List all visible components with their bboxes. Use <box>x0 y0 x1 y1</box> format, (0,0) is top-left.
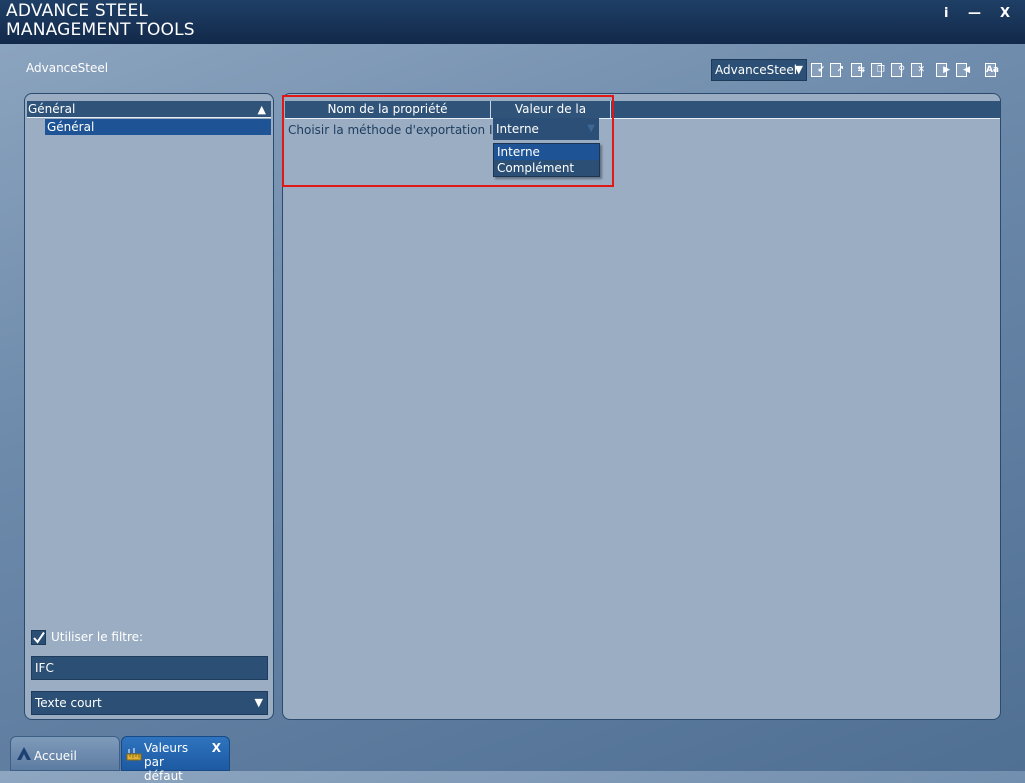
tab-close-button[interactable]: X <box>212 741 221 755</box>
tab-home[interactable]: Accueil <box>10 736 120 771</box>
chevron-down-icon: ▼ <box>254 696 263 709</box>
app-title: ADVANCE STEEL MANAGEMENT TOOLS <box>6 1 195 40</box>
column-header-value[interactable]: Valeur de la propriété <box>491 101 611 133</box>
property-value: Interne <box>496 122 539 136</box>
info-button[interactable]: i <box>944 6 948 21</box>
property-grid: Nom de la propriété Valeur de la proprié… <box>282 93 1001 720</box>
filter-input[interactable]: IFC <box>31 656 268 680</box>
filter-checkbox[interactable] <box>31 630 46 645</box>
merge-icon[interactable]: ⇆ <box>850 62 865 78</box>
forward-icon[interactable]: ▶ <box>935 62 950 78</box>
chevron-down-icon: ▼ <box>794 63 803 76</box>
tab-home-label: Accueil <box>34 749 77 763</box>
export-icon[interactable]: ↗ <box>829 62 844 78</box>
dropdown-option-interne[interactable]: Interne <box>494 144 599 160</box>
dropdown-option-complement[interactable]: Complément <box>494 160 599 176</box>
close-button[interactable]: X <box>1000 6 1010 21</box>
language-icon[interactable]: Aa <box>984 62 999 78</box>
tab-defaults-label: Valeurs par défaut <box>144 741 189 783</box>
advance-steel-logo-icon <box>17 747 31 760</box>
context-label: AdvanceSteel <box>26 61 109 75</box>
grid-header: Nom de la propriété Valeur de la proprié… <box>285 101 1000 133</box>
back-icon[interactable]: ◀ <box>955 62 970 78</box>
tree-panel: Général ▲ Général Utiliser le filtre: IF… <box>24 93 274 720</box>
filter-checkbox-label: Utiliser le filtre: <box>51 630 144 644</box>
tree-root-label: Général <box>28 102 76 116</box>
property-value-combo[interactable]: Interne ▼ <box>493 118 599 140</box>
collapse-icon[interactable]: ▲ <box>258 101 266 118</box>
minimize-button[interactable]: — <box>968 6 981 21</box>
chevron-down-icon: ▼ <box>587 123 595 134</box>
title-bar: ADVANCE STEEL MANAGEMENT TOOLS i — X <box>0 0 1025 44</box>
tree-child-item[interactable]: Général <box>45 119 271 135</box>
tree-root-item[interactable]: Général ▲ <box>27 101 271 118</box>
profile-select-value: AdvanceSteel <box>715 63 798 77</box>
filter-mode-select[interactable]: Texte court ▼ <box>31 691 268 715</box>
column-header-name[interactable]: Nom de la propriété <box>285 101 491 118</box>
tab-defaults[interactable]: Valeurs par défaut X <box>121 736 230 783</box>
ruler-icon <box>126 748 142 761</box>
reset-icon[interactable]: ✕ <box>910 62 925 78</box>
value-dropdown-list: Interne Complément <box>493 143 600 177</box>
checkmark-icon <box>33 631 45 644</box>
profile-select[interactable]: AdvanceSteel ▼ <box>711 59 807 81</box>
copy-icon[interactable]: ❐ <box>870 62 885 78</box>
search-icon[interactable]: ⚲ <box>890 62 905 78</box>
property-name: Choisir la méthode d'exportation IFC <box>288 123 508 137</box>
filter-mode-value: Texte court <box>35 696 102 710</box>
import-icon[interactable]: ↙ <box>810 62 825 78</box>
